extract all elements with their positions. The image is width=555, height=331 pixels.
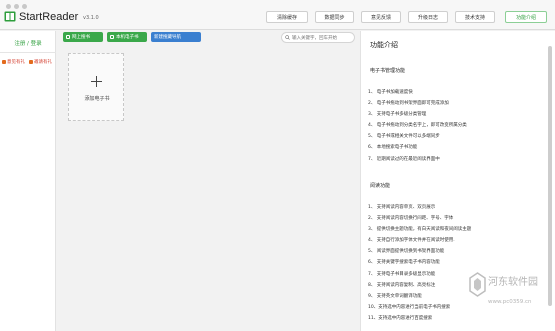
list-item: 5、 电子书或相关文件可以多端同步 [368,134,440,140]
gift-icon [2,60,6,64]
list-item: 7、 近期阅读过的在最近阅读界面中 [368,156,440,162]
list-item: 3、 支持电子书多级分类管理 [368,112,427,118]
add-book-label: 添加电子书 [84,96,110,102]
tech-support-button[interactable]: 技术支持 [455,11,495,23]
app-name: StartReader [19,11,79,23]
online-search-label: 网上搜书 [72,35,90,40]
window-controls [6,4,27,9]
list-item: 2、 电子书拖动到书架界面即可完成添加 [368,101,449,107]
scrollbar-thumb[interactable] [548,46,552,306]
list-item: 6、 本地搜索电子书功能 [368,145,418,151]
sidebar: 注册 / 登录 意见有礼 邀请有礼 [0,31,56,331]
clear-cache-button[interactable]: 清除缓存 [266,11,308,23]
list-item: 4、 支持自行添加字体文件并在阅读时使用. [368,238,455,244]
add-book-card[interactable]: 添加电子书 [68,53,124,121]
feedback-button[interactable]: 意见反馈 [361,11,401,23]
title-bar: StartReader v3.1.0 清除缓存 数据同步 意见反馈 升级日志 技… [0,0,555,30]
list-item: 1、 电子书加载速度快 [368,90,413,95]
sidebar-item-feedback-gift[interactable]: 意见有礼 [2,59,25,65]
book-logo-icon [4,11,16,22]
section-heading: 阅读功能 [370,183,391,189]
list-item: 5、 阅读界面提供切换到书架界面功能 [368,249,445,255]
list-item: 2、 支持阅读内容切换行间距、字号、字体 [368,216,454,222]
new-tag-nav-button[interactable]: 新建搜藏导航 [151,32,201,42]
sidebar-item-label: 意见有礼 [7,60,25,65]
plus-icon [91,76,102,87]
import-icon [110,35,114,39]
sidebar-item-label: 邀请有礼 [34,60,52,65]
panel-title: 功能介绍 [370,41,398,49]
section-heading: 电子书管理功能 [370,68,406,74]
search-box [281,32,355,43]
close-window-button[interactable] [6,4,11,9]
watermark-url: www.pc0359.cn [488,299,532,305]
feature-intro-button[interactable]: 功能介绍 [505,11,547,23]
search-input[interactable] [292,34,354,42]
zoom-window-button[interactable] [22,4,27,9]
watermark-text: 河东软件园 [488,277,538,288]
list-item: 11、支持选中内容进行百度搜索 [368,315,433,321]
watermark: 河东软件园 www.pc0359.cn [468,272,552,312]
list-item: 6、 支持关键字搜索电子书内容功能 [368,260,440,266]
online-search-button[interactable]: 网上搜书 [63,32,103,42]
search-icon [285,35,290,40]
sidebar-divider [0,52,56,53]
login-link[interactable]: 注册 / 登录 [0,39,56,47]
data-sync-button[interactable]: 数据同步 [315,11,354,23]
new-tag-nav-label: 新建搜藏导航 [154,35,181,40]
list-item: 1、 支持阅读内容单页、双页展示 [368,205,436,210]
list-item: 3、 提供切换主题功能，有白天阅读和夜间阅读主题 [368,227,472,233]
watermark-logo-icon [469,272,486,297]
list-item: 4、 电子书拖动到分类名字上，即可改变所属分类 [368,123,467,129]
local-books-label: 本机电子书 [116,35,139,40]
gift-icon [29,60,33,64]
changelog-button[interactable]: 升级日志 [408,11,448,23]
refresh-icon [66,35,70,39]
local-books-button[interactable]: 本机电子书 [107,32,147,42]
sidebar-item-invite-gift[interactable]: 邀请有礼 [29,59,52,65]
feature-list: 1、 电子书加载速度快 2、 电子书拖动到书架界面即可完成添加 3、 支持电子书… [368,87,553,165]
minimize-window-button[interactable] [14,4,19,9]
app-version: v3.1.0 [83,15,99,21]
